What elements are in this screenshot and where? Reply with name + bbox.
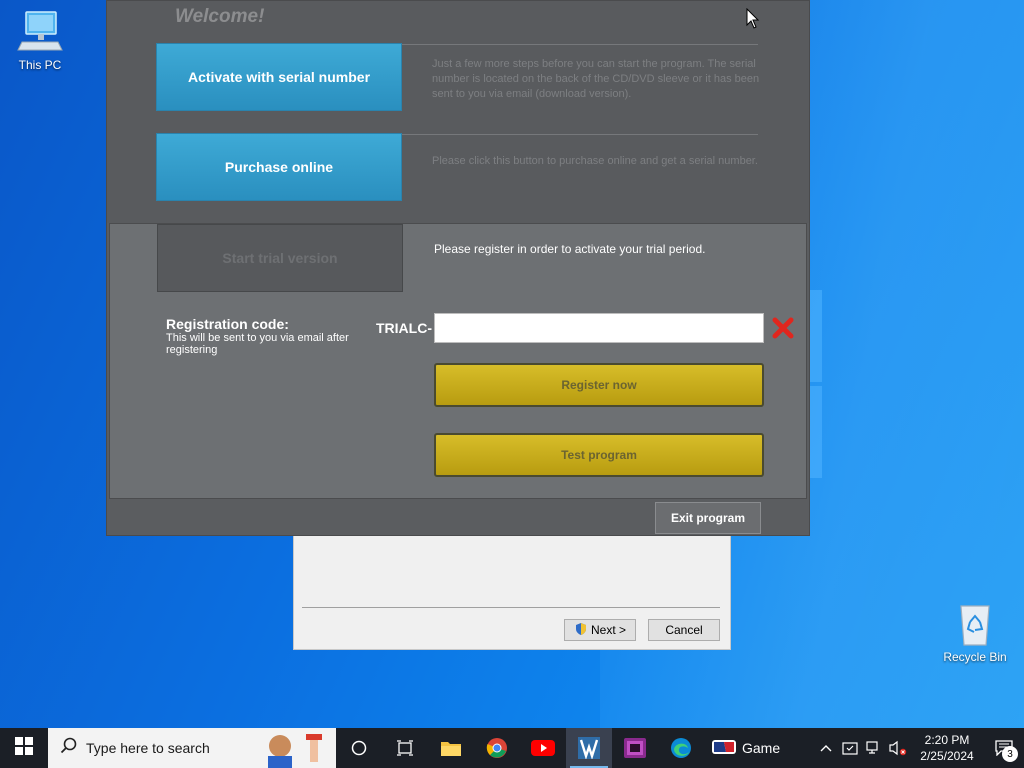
- search-icon: [60, 737, 78, 760]
- test-program-label: Test program: [561, 448, 637, 462]
- cortana-icon[interactable]: [336, 728, 382, 768]
- mouse-cursor-icon: [746, 7, 760, 35]
- start-trial-label: Start trial version: [222, 250, 338, 266]
- start-button[interactable]: [0, 728, 48, 768]
- network-icon[interactable]: [862, 741, 886, 755]
- youtube-icon[interactable]: [520, 728, 566, 768]
- welcome-title: Welcome!: [175, 6, 265, 27]
- wallpaper-logo-pane: [810, 386, 822, 478]
- shield-icon: [574, 622, 588, 639]
- search-highlight-illustration: [264, 730, 330, 768]
- taskbar-search-box[interactable]: Type here to search: [48, 728, 336, 768]
- this-pc-label: This PC: [18, 58, 62, 72]
- installer-cancel-button[interactable]: Cancel: [648, 619, 720, 641]
- active-app-icon[interactable]: [566, 728, 612, 768]
- start-trial-button[interactable]: Start trial version: [157, 224, 403, 292]
- code-prefix: TRIALC-: [376, 320, 432, 336]
- divider: [402, 44, 758, 45]
- register-info-text: Please register in order to activate you…: [434, 242, 706, 256]
- registration-code-subtitle: This will be sent to you via email after…: [166, 332, 349, 356]
- installer-cancel-label: Cancel: [665, 623, 703, 637]
- mlb-logo-icon: [712, 739, 736, 757]
- register-now-label: Register now: [561, 378, 637, 392]
- purchase-online-label: Purchase online: [224, 159, 334, 175]
- registration-code-input[interactable]: [434, 313, 764, 343]
- dialog-top-panel: Welcome! Activate with serial number Jus…: [107, 1, 809, 223]
- clock-time: 2:20 PM: [924, 733, 970, 747]
- notification-center-icon[interactable]: 3: [984, 740, 1024, 762]
- exit-program-button[interactable]: Exit program: [655, 502, 761, 534]
- exit-program-label: Exit program: [670, 511, 745, 525]
- edge-icon[interactable]: [658, 728, 704, 768]
- file-explorer-icon[interactable]: [428, 728, 474, 768]
- windows-logo-icon: [15, 736, 33, 760]
- test-program-button[interactable]: Test program: [434, 433, 764, 477]
- recycle-bin-icon: [951, 602, 999, 646]
- clear-code-icon[interactable]: [771, 316, 795, 340]
- notification-count-badge: 3: [1002, 746, 1018, 762]
- activate-serial-label: Activate with serial number: [187, 69, 371, 85]
- clock[interactable]: 2:20 PM 2/25/2024: [910, 732, 984, 764]
- installer-next-label: Next >: [590, 623, 626, 637]
- desktop-icon-this-pc[interactable]: This PC: [0, 10, 80, 72]
- activation-dialog: Welcome! Activate with serial number Jus…: [106, 0, 810, 536]
- volume-muted-icon[interactable]: [886, 740, 910, 756]
- taskbar: Type here to search Game 2:20 PM 2/25/20…: [0, 728, 1024, 768]
- computer-icon: [16, 10, 64, 54]
- task-view-icon[interactable]: [382, 728, 428, 768]
- clock-date: 2/25/2024: [920, 749, 974, 763]
- activate-serial-button[interactable]: Activate with serial number: [156, 43, 402, 111]
- video-editor-icon[interactable]: [612, 728, 658, 768]
- registration-code-title: Registration code:: [166, 316, 289, 332]
- chevron-up-icon[interactable]: [814, 744, 838, 752]
- search-placeholder: Type here to search: [86, 740, 210, 756]
- system-tray: 2:20 PM 2/25/2024 3: [814, 728, 1024, 768]
- security-icon[interactable]: [838, 740, 862, 756]
- activate-description: Just a few more steps before you can sta…: [432, 58, 760, 100]
- divider: [402, 134, 758, 135]
- purchase-description: Please click this button to purchase onl…: [432, 155, 758, 167]
- recycle-bin-label: Recycle Bin: [943, 650, 1007, 664]
- trial-panel: Start trial version Please register in o…: [109, 223, 807, 499]
- register-now-button[interactable]: Register now: [434, 363, 764, 407]
- installer-next-button[interactable]: Next >: [564, 619, 636, 641]
- installer-window: Next > Cancel: [293, 520, 731, 650]
- chrome-icon[interactable]: [474, 728, 520, 768]
- installer-separator: [302, 607, 720, 608]
- game-widget[interactable]: Game: [704, 728, 788, 768]
- desktop-icon-recycle-bin[interactable]: Recycle Bin: [935, 602, 1015, 664]
- purchase-online-button[interactable]: Purchase online: [156, 133, 402, 201]
- game-label: Game: [742, 740, 781, 756]
- wallpaper-logo-pane: [810, 290, 822, 382]
